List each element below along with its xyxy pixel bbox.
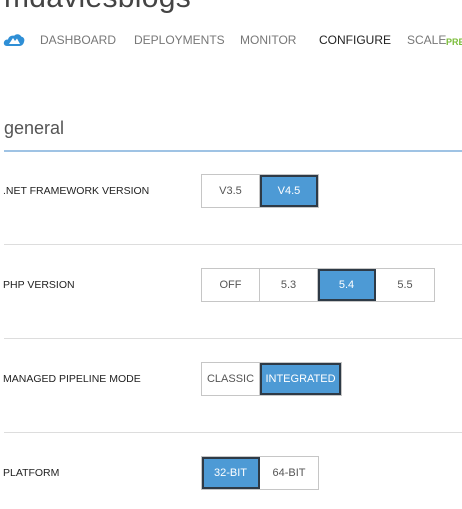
php-option-off[interactable]: OFF [202,269,260,301]
php-option-54[interactable]: 5.4 [318,269,376,301]
tab-scale[interactable]: SCALE [407,33,446,47]
platform-toggle: 32-BIT 64-BIT [201,456,319,490]
tab-dashboard[interactable]: DASHBOARD [40,33,116,47]
row-divider [4,338,462,339]
pipeline-option-classic[interactable]: CLASSIC [202,363,260,395]
row-divider [4,244,462,245]
net-option-v45[interactable]: V4.5 [260,175,318,207]
section-heading: general [4,118,65,138]
net-framework-label: .NET FRAMEWORK VERSION [3,185,150,197]
platform-option-64bit[interactable]: 64-BIT [260,457,318,489]
php-version-label: PHP VERSION [3,279,75,291]
platform-label: PLATFORM [3,467,60,479]
configure-page: mdaviesblogs DASHBOARD DEPLOYMENTS MONIT… [0,0,462,509]
preview-badge: PRE [446,37,462,47]
pipeline-mode-toggle: CLASSIC INTEGRATED [201,362,342,396]
platform-option-32bit[interactable]: 32-BIT [202,457,260,489]
net-option-v35[interactable]: V3.5 [202,175,260,207]
php-option-53[interactable]: 5.3 [260,269,318,301]
tab-monitor[interactable]: MONITOR [240,33,296,47]
php-option-55[interactable]: 5.5 [376,269,434,301]
row-divider [4,432,462,433]
tab-configure[interactable]: CONFIGURE [319,33,391,47]
top-nav: DASHBOARD DEPLOYMENTS MONITOR CONFIGURE … [0,29,462,53]
tab-deployments[interactable]: DEPLOYMENTS [134,33,225,47]
pipeline-mode-label: MANAGED PIPELINE MODE [3,373,141,385]
azure-cloud-icon[interactable] [3,30,25,50]
net-framework-toggle: V3.5 V4.5 [201,174,319,208]
pipeline-option-integrated[interactable]: INTEGRATED [260,363,341,395]
site-title: mdaviesblogs [4,0,191,15]
heading-divider [4,150,462,152]
php-version-toggle: OFF 5.3 5.4 5.5 [201,268,435,302]
